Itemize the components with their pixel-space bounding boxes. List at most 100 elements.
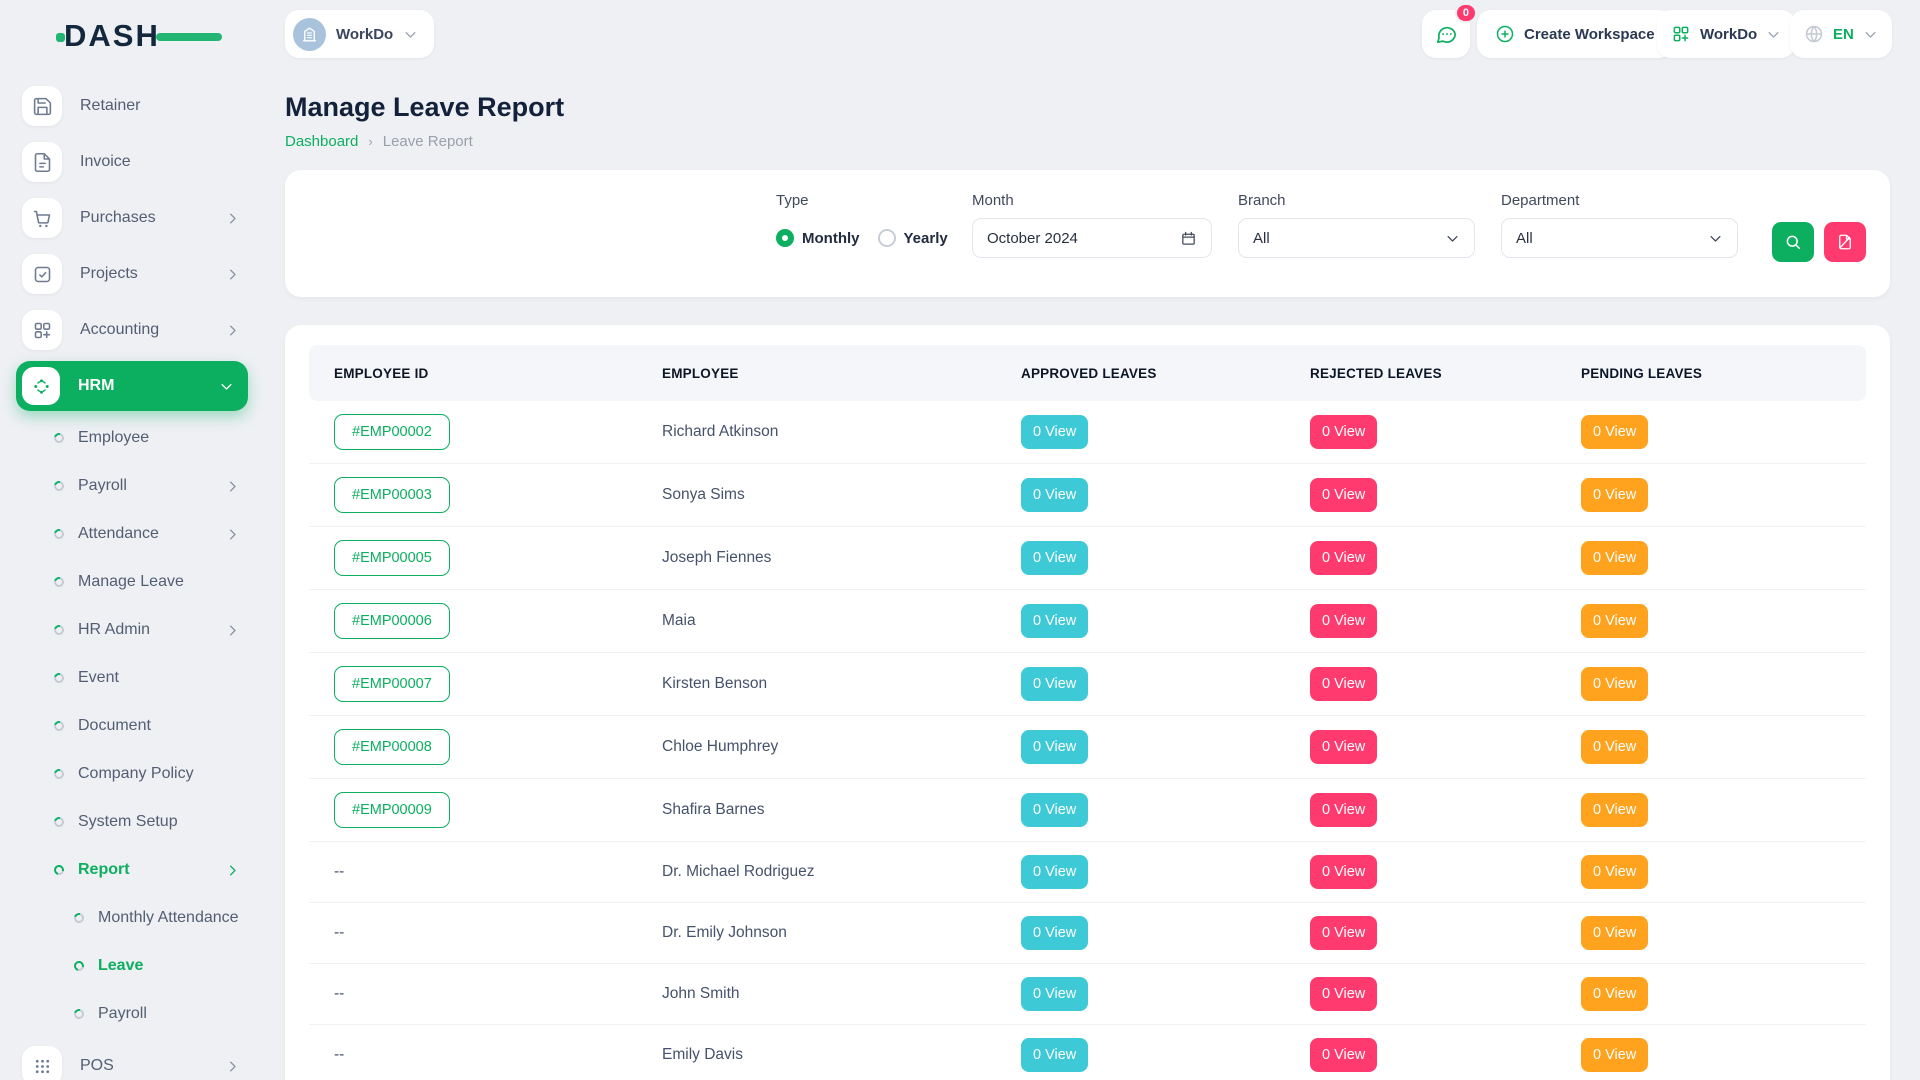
table-row: -- John Smith 0 View 0 View 0 View: [309, 964, 1866, 1025]
messages-button[interactable]: 0: [1422, 10, 1470, 58]
rejected-view-badge[interactable]: 0 View: [1310, 730, 1377, 764]
workdo-menu-button[interactable]: WorkDo: [1657, 10, 1795, 58]
rejected-view-badge[interactable]: 0 View: [1310, 855, 1377, 889]
rejected-view-badge[interactable]: 0 View: [1310, 1038, 1377, 1072]
rejected-view-badge[interactable]: 0 View: [1310, 977, 1377, 1011]
sidebar-item-system-setup[interactable]: System Setup: [16, 798, 248, 846]
employee-id-badge[interactable]: #EMP00005: [334, 540, 450, 576]
rejected-leaves-cell: 0 View: [1285, 402, 1556, 462]
pending-view-badge[interactable]: 0 View: [1581, 730, 1648, 764]
employee-id-badge[interactable]: #EMP00007: [334, 666, 450, 702]
sidebar-item-report-payroll[interactable]: Payroll: [16, 990, 248, 1038]
employee-id-cell: --: [309, 967, 637, 1021]
language-selector[interactable]: EN: [1790, 10, 1892, 58]
sidebar-item-projects[interactable]: Projects: [16, 246, 248, 302]
sidebar-item-manage-leave[interactable]: Manage Leave: [16, 558, 248, 606]
plus-circle-icon: [1495, 24, 1515, 44]
chevron-down-icon: [1445, 231, 1460, 246]
approved-leaves-cell: 0 View: [996, 964, 1285, 1024]
pending-view-badge[interactable]: 0 View: [1581, 977, 1648, 1011]
employee-id-empty: --: [334, 863, 344, 880]
employee-id-badge[interactable]: #EMP00002: [334, 414, 450, 450]
approved-view-badge[interactable]: 0 View: [1021, 793, 1088, 827]
pending-view-badge[interactable]: 0 View: [1581, 855, 1648, 889]
branch-select[interactable]: All: [1238, 218, 1475, 258]
employee-id-cell: #EMP00003: [309, 464, 637, 526]
approved-view-badge[interactable]: 0 View: [1021, 541, 1088, 575]
sidebar-item-attendance[interactable]: Attendance: [16, 510, 248, 558]
reset-button[interactable]: [1824, 222, 1866, 262]
chevron-right-icon: [225, 527, 240, 542]
sidebar-item-document[interactable]: Document: [16, 702, 248, 750]
type-radio-monthly[interactable]: Monthly: [776, 229, 860, 247]
month-input[interactable]: October 2024: [972, 218, 1212, 258]
sidebar-item-employee[interactable]: Employee: [16, 414, 248, 462]
rejected-view-badge[interactable]: 0 View: [1310, 541, 1377, 575]
search-button[interactable]: [1772, 222, 1814, 262]
workspace-name: WorkDo: [336, 26, 393, 43]
building-icon: [303, 28, 316, 41]
sidebar-item-leave[interactable]: Leave: [16, 942, 248, 990]
sidebar-item-label: Purchases: [80, 209, 156, 227]
message-icon: [1435, 23, 1458, 46]
approved-view-badge[interactable]: 0 View: [1021, 667, 1088, 701]
sidebar-item-event[interactable]: Event: [16, 654, 248, 702]
sidebar-item-pos[interactable]: POS: [16, 1038, 248, 1080]
pending-view-badge[interactable]: 0 View: [1581, 1038, 1648, 1072]
employee-id-badge[interactable]: #EMP00009: [334, 792, 450, 828]
rejected-view-badge[interactable]: 0 View: [1310, 793, 1377, 827]
topbar: DASH WorkDo 0 Create Workspace WorkDo EN: [0, 0, 1920, 72]
sidebar-item-label: Projects: [80, 265, 138, 283]
pending-view-badge[interactable]: 0 View: [1581, 916, 1648, 950]
approved-view-badge[interactable]: 0 View: [1021, 977, 1088, 1011]
rejected-view-badge[interactable]: 0 View: [1310, 916, 1377, 950]
messages-count-badge: 0: [1455, 3, 1477, 23]
department-select[interactable]: All: [1501, 218, 1738, 258]
table-row: #EMP00003 Sonya Sims 0 View 0 View 0 Vie…: [309, 464, 1866, 527]
pending-view-badge[interactable]: 0 View: [1581, 478, 1648, 512]
approved-view-badge[interactable]: 0 View: [1021, 855, 1088, 889]
approved-view-badge[interactable]: 0 View: [1021, 478, 1088, 512]
sidebar-item-invoice[interactable]: Invoice: [16, 134, 248, 190]
column-header: Pending Leaves: [1556, 366, 1866, 381]
employee-id-badge[interactable]: #EMP00006: [334, 603, 450, 639]
approved-view-badge[interactable]: 0 View: [1021, 604, 1088, 638]
employee-id-empty: --: [334, 924, 344, 941]
pending-view-badge[interactable]: 0 View: [1581, 541, 1648, 575]
month-filter-group: Month October 2024: [972, 192, 1212, 258]
rejected-view-badge[interactable]: 0 View: [1310, 604, 1377, 638]
pending-view-badge[interactable]: 0 View: [1581, 793, 1648, 827]
pending-view-badge[interactable]: 0 View: [1581, 604, 1648, 638]
sidebar-item-report[interactable]: Report: [16, 846, 248, 894]
sidebar-item-hrm[interactable]: HRM: [16, 361, 248, 411]
rejected-view-badge[interactable]: 0 View: [1310, 667, 1377, 701]
approved-leaves-cell: 0 View: [996, 528, 1285, 588]
sidebar-item-retainer[interactable]: Retainer: [16, 78, 248, 134]
sidebar-item-purchases[interactable]: Purchases: [16, 190, 248, 246]
globe-icon: [1804, 24, 1824, 44]
pending-leaves-cell: 0 View: [1556, 402, 1866, 462]
type-radio-yearly[interactable]: Yearly: [878, 229, 948, 247]
rejected-leaves-cell: 0 View: [1285, 1025, 1556, 1080]
chevron-down-icon: [1863, 27, 1878, 42]
create-workspace-button[interactable]: Create Workspace: [1477, 10, 1673, 58]
employee-id-badge[interactable]: #EMP00003: [334, 477, 450, 513]
rejected-view-badge[interactable]: 0 View: [1310, 478, 1377, 512]
sidebar-item-accounting[interactable]: Accounting: [16, 302, 248, 358]
table-row: #EMP00002 Richard Atkinson 0 View 0 View…: [309, 401, 1866, 464]
pending-view-badge[interactable]: 0 View: [1581, 415, 1648, 449]
sidebar-item-hr-admin[interactable]: HR Admin: [16, 606, 248, 654]
breadcrumb-dashboard-link[interactable]: Dashboard: [285, 133, 358, 150]
approved-view-badge[interactable]: 0 View: [1021, 415, 1088, 449]
rejected-view-badge[interactable]: 0 View: [1310, 415, 1377, 449]
approved-view-badge[interactable]: 0 View: [1021, 916, 1088, 950]
sidebar-item-company-policy[interactable]: Company Policy: [16, 750, 248, 798]
approved-view-badge[interactable]: 0 View: [1021, 1038, 1088, 1072]
workspace-switcher[interactable]: WorkDo: [285, 10, 434, 58]
column-header: Rejected Leaves: [1285, 366, 1556, 381]
sidebar-item-monthly-attendance[interactable]: Monthly Attendance: [16, 894, 248, 942]
employee-id-badge[interactable]: #EMP00008: [334, 729, 450, 765]
pending-view-badge[interactable]: 0 View: [1581, 667, 1648, 701]
approved-view-badge[interactable]: 0 View: [1021, 730, 1088, 764]
sidebar-item-payroll[interactable]: Payroll: [16, 462, 248, 510]
